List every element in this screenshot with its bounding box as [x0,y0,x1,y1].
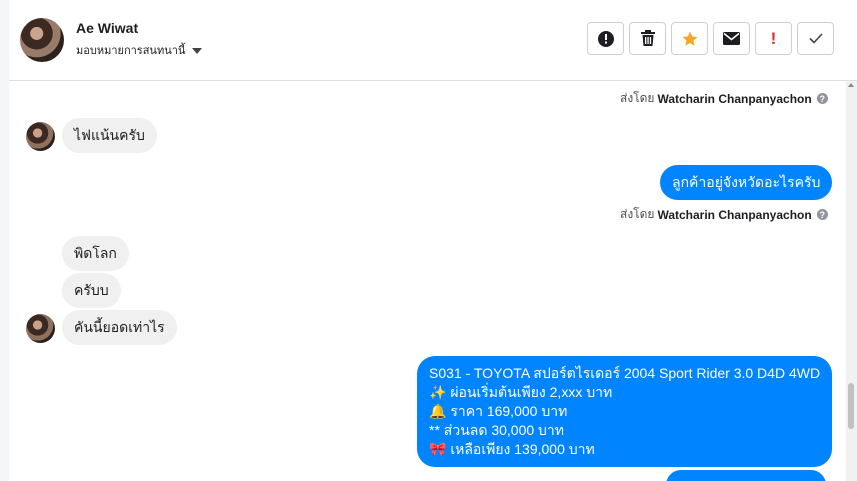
message-thread[interactable]: ส่งโดย Watcharin Chanpanyachon ? ไฟแน้นค… [9,81,846,481]
message-bubble-incoming[interactable]: ไฟแน้นครับ [62,118,157,153]
report-button[interactable] [587,22,624,55]
mark-done-button[interactable] [797,22,834,55]
checkmark-icon [808,33,823,44]
action-toolbar: ! [587,22,834,55]
star-icon [682,31,697,46]
assign-conversation-dropdown[interactable]: มอบหมายการสนทนานี้ [76,41,203,59]
conversation-header: Ae Wiwat มอบหมายการสนทนานี้ ! [9,0,857,81]
listing-line: S031 - TOYOTA สปอร์ตไรเดอร์ 2004 Sport R… [429,365,821,381]
listing-line: 🎀 เหลือเพียง 139,000 บาท [429,441,595,457]
message-bubble-outgoing-clipped[interactable] [666,470,826,481]
listing-line: ✨ ผ่อนเริ่มต้นเพียง 2,xxx บาท [429,384,613,400]
star-button[interactable] [671,22,708,55]
avatar[interactable] [20,18,64,62]
alert-circle-icon [597,30,614,47]
message-bubble-incoming[interactable]: คันนี้ยอดเท่าไร [62,310,177,345]
contact-name[interactable]: Ae Wiwat [76,20,138,36]
sent-by-label: ส่งโดย Watcharin Chanpanyachon ? [620,89,828,108]
help-icon[interactable]: ? [816,93,828,104]
exclamation-icon: ! [770,28,777,48]
listing-line: ** ส่วนลด 30,000 บาท [429,422,565,438]
trash-icon [640,30,655,46]
agent-name: Watcharin Chanpanyachon [657,207,812,222]
caret-down-icon [192,47,203,54]
assign-label: มอบหมายการสนทนานี้ [76,45,186,57]
message-bubble-incoming[interactable]: พิดโลก [62,236,129,271]
message-bubble-outgoing[interactable]: ลูกค้าอยู่จังหวัดอะไรครับ [660,165,833,200]
left-edge [0,0,9,481]
agent-name: Watcharin Chanpanyachon [657,91,812,106]
listing-line: 🔔 ราคา 169,000 บาท [429,403,568,419]
sender-avatar [26,314,55,343]
scrollbar[interactable] [846,81,857,481]
scroll-up-arrow-icon[interactable] [848,83,854,87]
sender-avatar [26,122,55,151]
sent-by-label: ส่งโดย Watcharin Chanpanyachon ? [620,205,828,224]
help-icon[interactable]: ? [816,209,828,220]
scrollbar-thumb[interactable] [848,383,854,429]
spam-button[interactable]: ! [755,22,792,55]
mark-unread-button[interactable] [713,22,750,55]
delete-button[interactable] [629,22,666,55]
envelope-icon [723,32,740,45]
message-bubble-incoming[interactable]: ครับบ [62,273,121,308]
message-bubble-outgoing-listing[interactable]: S031 - TOYOTA สปอร์ตไรเดอร์ 2004 Sport R… [417,356,833,467]
